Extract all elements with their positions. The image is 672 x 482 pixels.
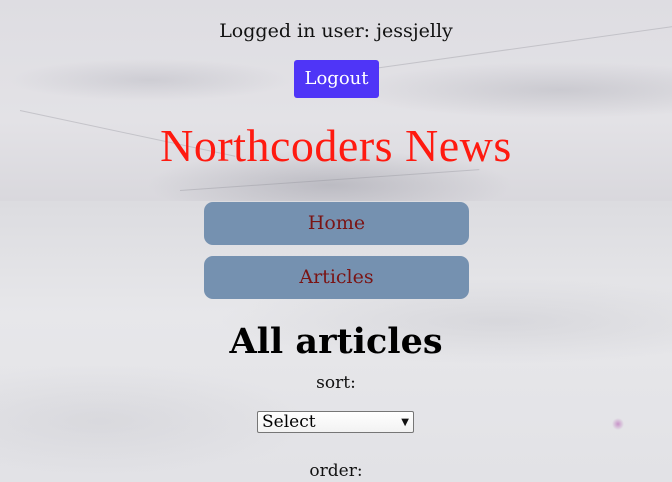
- dropdown-arrow-icon: ▼: [401, 417, 409, 428]
- nav-articles-button[interactable]: Articles: [204, 256, 469, 299]
- logout-button[interactable]: Logout: [294, 60, 379, 98]
- sort-select-value: Select: [262, 412, 316, 432]
- sort-label: sort:: [316, 373, 356, 393]
- page-content: Logged in user: jessjelly Logout Northco…: [0, 0, 672, 482]
- order-label: order:: [309, 461, 363, 481]
- site-title: Northcoders News: [160, 120, 512, 171]
- sort-select[interactable]: Select ▼: [257, 411, 414, 433]
- page-title: All articles: [229, 321, 443, 362]
- logged-in-user-text: Logged in user: jessjelly: [219, 20, 453, 42]
- nav-home-button[interactable]: Home: [204, 202, 469, 245]
